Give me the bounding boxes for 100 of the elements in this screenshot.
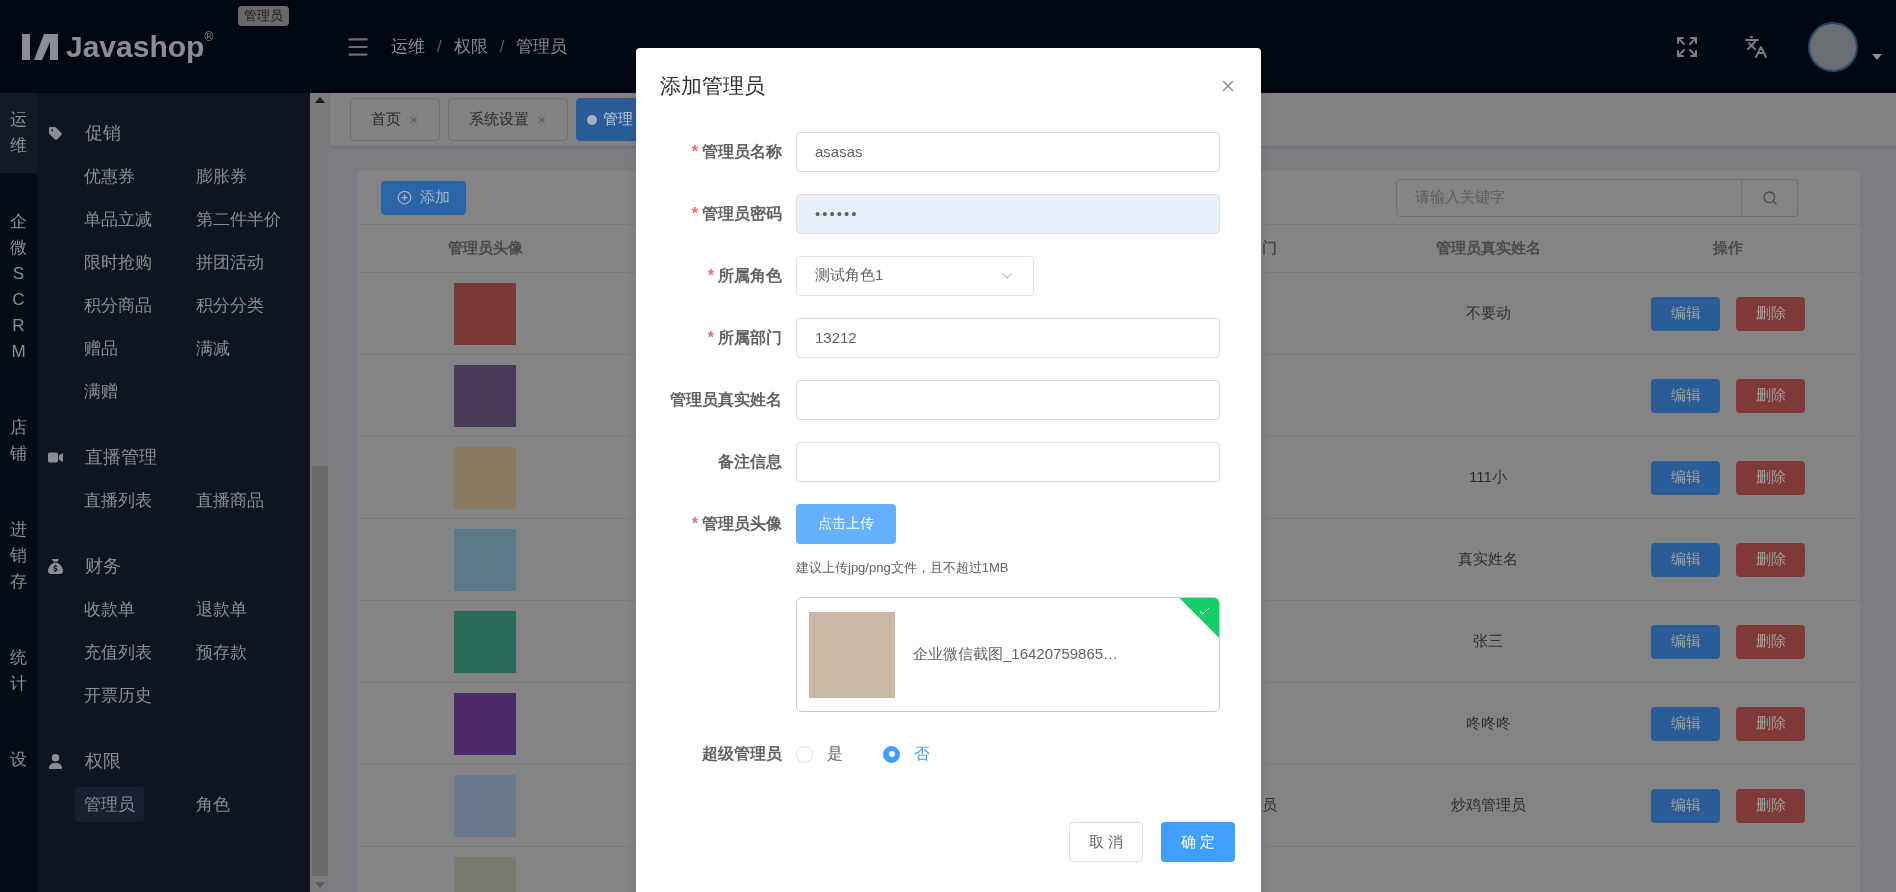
delete-button[interactable]: 删除 [1736,542,1805,577]
menu-item[interactable]: 拼团活动 [187,244,273,281]
menu-item[interactable]: 管理员 [75,786,144,823]
delete-button[interactable]: 删除 [1736,460,1805,495]
field-label: 备注信息 [718,451,782,472]
scrollbar[interactable] [310,93,330,892]
column-header: 管理员头像 [447,239,523,257]
photo-placeholder [454,528,516,591]
menu-item[interactable]: 角色 [187,786,239,823]
check-icon [1198,605,1211,618]
menu-item[interactable]: 赠品 [75,330,127,367]
fullscreen-icon[interactable] [1675,34,1699,59]
delete-button[interactable]: 删除 [1736,624,1805,659]
menu-group-title[interactable]: 直播管理 [85,443,157,471]
field-label: 管理员名称 [702,141,782,162]
caret-icon[interactable] [1872,53,1882,60]
dialog-title: 添加管理员 [660,73,765,99]
menu-item[interactable]: 单品立减 [75,201,161,238]
field-label: 所属部门 [718,327,782,348]
page-tab[interactable]: 系统设置 [448,98,568,141]
table-cell: 111小 [1469,468,1507,486]
input-field[interactable]: 13212 [796,317,1220,358]
table-cell: 真实姓名 [1458,550,1518,568]
money-bag-icon [48,558,63,574]
logo-mark-icon [22,31,58,62]
photo-placeholder [454,692,516,755]
breadcrumb-item[interactable]: 权限 [453,33,488,60]
password-field[interactable]: •••••• [796,193,1220,234]
registered-mark: ® [204,29,214,44]
translate-icon[interactable] [1744,34,1768,59]
field-label: 管理员头像 [702,513,782,534]
close-icon[interactable] [537,114,547,125]
menu-item[interactable]: 优惠券 [75,158,144,195]
table-cell: 咚咚咚 [1465,714,1511,732]
menu-item[interactable]: 满减 [187,330,239,367]
menu-item[interactable]: 退款单 [187,591,256,628]
radio-option[interactable]: 否 [883,742,930,766]
select-field[interactable]: 测试角色1 [796,255,1034,296]
logo-text: Javashop [66,29,205,64]
breadcrumb-item[interactable]: 管理员 [516,33,568,60]
menu-item[interactable]: 充值列表 [75,634,161,671]
menu-item[interactable]: 直播列表 [75,482,161,519]
field-label: 管理员密码 [702,203,782,224]
plus-icon [397,190,412,205]
user-icon [48,753,63,769]
required-mark: * [691,141,698,162]
close-icon[interactable] [409,114,419,125]
menu-item[interactable]: 限时抢购 [75,244,161,281]
menu-item[interactable]: 开票历史 [75,677,161,714]
menu-item[interactable]: 直播商品 [187,482,273,519]
role-badge: 管理员 [238,6,289,26]
photo-placeholder [454,610,516,673]
module-tab[interactable]: 进销存 [0,503,37,609]
menu-group-title[interactable]: 促销 [85,119,121,147]
scroll-up-arrow-icon[interactable] [315,97,325,103]
input-field[interactable]: asasas [796,131,1220,172]
delete-button[interactable]: 删除 [1736,788,1805,823]
menu-group-title[interactable]: 财务 [85,552,121,580]
module-tab[interactable]: 统计 [0,631,37,711]
table-cell: 张三 [1473,632,1503,650]
search-icon [1761,189,1778,206]
breadcrumb-separator: / [436,35,443,58]
radio-option[interactable]: 是 [796,742,843,766]
column-header: 管理员真实姓名 [1435,239,1541,257]
page-tab[interactable]: 首页 [350,98,440,141]
search-button[interactable] [1742,178,1798,217]
photo-placeholder [454,364,516,427]
breadcrumb-item[interactable]: 运维 [391,33,425,60]
uploaded-file-card[interactable]: 企业微信截图_16420759865… [796,597,1220,712]
module-tab[interactable]: 运维 [0,93,37,173]
field-label: 所属角色 [718,265,782,286]
scroll-down-arrow-icon[interactable] [315,882,325,888]
menu-item[interactable]: 积分商品 [75,287,161,324]
menu-item[interactable]: 收款单 [75,591,144,628]
module-tab[interactable]: 设 [0,733,37,787]
required-mark: * [691,203,698,224]
table-cell: 不要动 [1465,304,1511,322]
delete-button[interactable]: 删除 [1736,296,1805,331]
input-field[interactable] [796,441,1220,482]
add-button[interactable]: 添加 [381,180,466,215]
module-tab[interactable]: 企微SCRM [0,195,37,379]
menu-item[interactable]: 第二件半价 [187,201,290,238]
photo-placeholder [454,282,516,345]
menu-item[interactable]: 预存款 [187,634,256,671]
table-cell: 炒鸡管理员 [1450,796,1526,814]
menu-group-title[interactable]: 权限 [85,747,121,775]
menu-item[interactable]: 满赠 [75,373,127,410]
delete-button[interactable]: 删除 [1736,706,1805,741]
input-field[interactable] [796,379,1220,420]
cancel-button[interactable]: 取 消 [1069,822,1143,862]
menu-item[interactable]: 膨胀券 [187,158,256,195]
menu-item[interactable]: 积分分类 [187,287,273,324]
delete-button[interactable]: 删除 [1736,378,1805,413]
file-name: 企业微信截图_16420759865… [913,644,1119,665]
required-mark: * [691,513,698,534]
breadcrumb-separator: / [498,35,506,58]
avatar-placeholder[interactable] [1808,21,1858,72]
required-mark: * [707,327,714,348]
field-label: 超级管理员 [702,744,782,764]
module-tab[interactable]: 店铺 [0,401,37,481]
